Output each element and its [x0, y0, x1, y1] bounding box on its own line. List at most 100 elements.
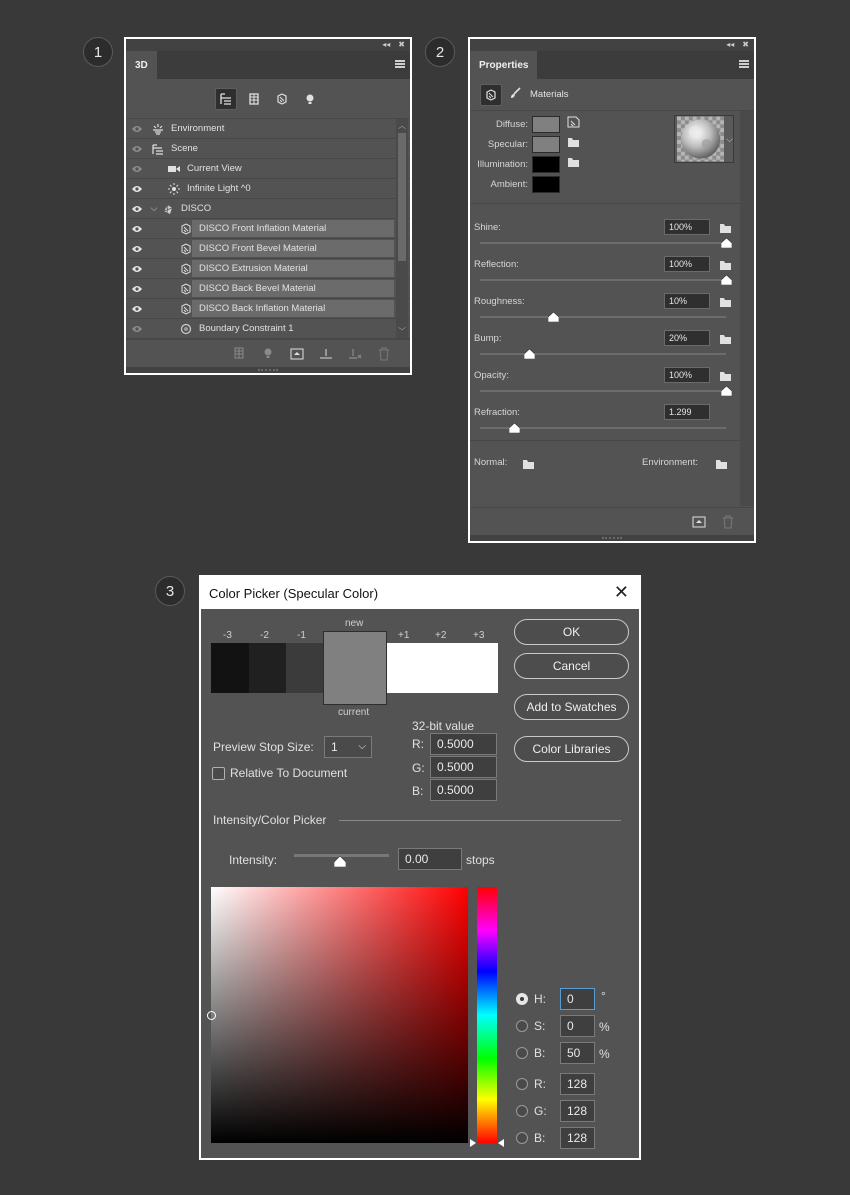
hue-input[interactable]: 0	[560, 988, 595, 1010]
folder-icon[interactable]	[567, 155, 580, 173]
trash-icon[interactable]	[374, 345, 394, 363]
intensity-knob[interactable]	[334, 856, 346, 867]
panel-menu-icon[interactable]	[739, 60, 749, 68]
folder-icon[interactable]	[719, 221, 732, 239]
brightness-input[interactable]: 50	[560, 1042, 595, 1064]
hue-marker-right-icon[interactable]	[498, 1139, 504, 1147]
materials-filter-icon[interactable]	[271, 88, 293, 110]
properties-scrollbar[interactable]	[740, 111, 754, 506]
tree-row-material[interactable]: DISCO Front Bevel Material	[126, 239, 410, 259]
scroll-down-icon[interactable]: ﹀	[396, 326, 408, 337]
saturation-radio[interactable]	[516, 1020, 528, 1032]
color-field-cursor[interactable]	[207, 1011, 216, 1020]
g-float-input[interactable]: 0.5000	[430, 756, 497, 778]
visibility-eye-icon[interactable]	[126, 205, 148, 213]
visibility-eye-icon[interactable]	[126, 265, 148, 273]
illumination-swatch[interactable]	[532, 155, 560, 173]
ok-button[interactable]: OK	[514, 619, 629, 645]
tree-row-current-view[interactable]: Current View	[126, 159, 410, 179]
refraction-knob[interactable]	[508, 423, 520, 433]
material-preview-thumbnail[interactable]: ⌵	[674, 115, 734, 163]
chevron-down-icon[interactable]: ⌵	[148, 203, 160, 214]
opacity-knob[interactable]	[720, 386, 732, 396]
diffuse-swatch[interactable]	[532, 115, 560, 133]
shine-value[interactable]: 100%	[664, 219, 710, 235]
color-field[interactable]	[211, 887, 468, 1143]
red-radio[interactable]	[516, 1078, 528, 1090]
tree-row-boundary-constraint[interactable]: Boundary Constraint 1	[126, 319, 410, 339]
tree-row-disco[interactable]: ⌵ DISCO	[126, 199, 410, 219]
brush-icon[interactable]	[510, 86, 522, 104]
close-icon[interactable]: ✖	[742, 41, 749, 49]
meshes-filter-icon[interactable]	[243, 88, 265, 110]
texture-edit-icon[interactable]	[567, 115, 580, 133]
visibility-eye-icon[interactable]	[126, 125, 148, 133]
folder-icon[interactable]	[567, 135, 580, 153]
tab-3d[interactable]: 3D	[126, 51, 157, 79]
remove-constraint-icon[interactable]	[345, 345, 365, 363]
tree-row-infinite-light[interactable]: Infinite Light ^0	[126, 179, 410, 199]
visibility-eye-icon[interactable]	[126, 305, 148, 313]
cancel-button[interactable]: Cancel	[514, 653, 629, 679]
panel-menu-icon[interactable]	[395, 60, 405, 68]
reflection-value[interactable]: 100%	[664, 256, 710, 272]
visibility-eye-icon[interactable]	[126, 225, 148, 233]
folder-icon[interactable]	[719, 332, 732, 350]
lights-filter-icon[interactable]	[299, 88, 321, 110]
bump-value[interactable]: 20%	[664, 330, 710, 346]
close-icon[interactable]: ✖	[398, 41, 405, 49]
blue-input[interactable]: 128	[560, 1127, 595, 1149]
folder-icon[interactable]	[719, 295, 732, 313]
reflection-track[interactable]	[480, 279, 726, 281]
hue-slider[interactable]	[477, 887, 497, 1143]
drop-to-ground-icon[interactable]	[316, 345, 336, 363]
tree-row-material[interactable]: DISCO Back Bevel Material	[126, 279, 410, 299]
tree-row-material[interactable]: DISCO Back Inflation Material	[126, 299, 410, 319]
render-icon[interactable]	[689, 513, 709, 531]
tree-row-scene[interactable]: Scene	[126, 139, 410, 159]
folder-icon[interactable]	[719, 369, 732, 387]
resize-grip[interactable]	[126, 367, 410, 373]
tree-row-material[interactable]: DISCO Front Inflation Material	[126, 219, 410, 239]
scroll-thumb[interactable]	[398, 133, 406, 261]
chevron-down-icon[interactable]: ⌵	[726, 134, 733, 145]
folder-icon[interactable]	[522, 457, 535, 475]
saturation-input[interactable]: 0	[560, 1015, 595, 1037]
visibility-eye-icon[interactable]	[126, 165, 148, 173]
visibility-eye-icon[interactable]	[126, 285, 148, 293]
refraction-value[interactable]: 1.299	[664, 404, 710, 420]
roughness-knob[interactable]	[548, 312, 560, 322]
add-light-icon[interactable]	[258, 345, 278, 363]
hue-radio[interactable]	[516, 993, 528, 1005]
collapse-icon[interactable]: ◂◂	[382, 41, 390, 49]
scroll-up-icon[interactable]: ︿	[396, 120, 408, 131]
intensity-input[interactable]: 0.00	[398, 848, 462, 870]
tree-row-environment[interactable]: Environment	[126, 119, 410, 139]
roughness-track[interactable]	[480, 316, 726, 318]
render-icon[interactable]	[287, 345, 307, 363]
blue-radio[interactable]	[516, 1132, 528, 1144]
visibility-eye-icon[interactable]	[126, 145, 148, 153]
visibility-eye-icon[interactable]	[126, 325, 148, 333]
folder-icon[interactable]	[715, 457, 728, 475]
visibility-eye-icon[interactable]	[126, 185, 148, 193]
tree-row-material[interactable]: DISCO Extrusion Material	[126, 259, 410, 279]
shine-track[interactable]	[480, 242, 726, 244]
green-radio[interactable]	[516, 1105, 528, 1117]
reflection-knob[interactable]	[720, 275, 732, 285]
opacity-track[interactable]	[480, 390, 726, 392]
collapse-icon[interactable]: ◂◂	[726, 41, 734, 49]
add-to-swatches-button[interactable]: Add to Swatches	[514, 694, 629, 720]
folder-icon[interactable]	[719, 258, 732, 276]
roughness-value[interactable]: 10%	[664, 293, 710, 309]
green-input[interactable]: 128	[560, 1100, 595, 1122]
whole-scene-filter-icon[interactable]	[215, 87, 237, 110]
trash-icon[interactable]	[718, 513, 738, 531]
visibility-eye-icon[interactable]	[126, 245, 148, 253]
opacity-value[interactable]: 100%	[664, 367, 710, 383]
shine-knob[interactable]	[720, 238, 732, 248]
preview-stop-size-select[interactable]: 1 ⌵	[324, 736, 372, 758]
specular-swatch[interactable]	[532, 135, 560, 153]
hue-marker-left-icon[interactable]	[470, 1139, 476, 1147]
close-icon[interactable]: ✕	[614, 583, 629, 601]
